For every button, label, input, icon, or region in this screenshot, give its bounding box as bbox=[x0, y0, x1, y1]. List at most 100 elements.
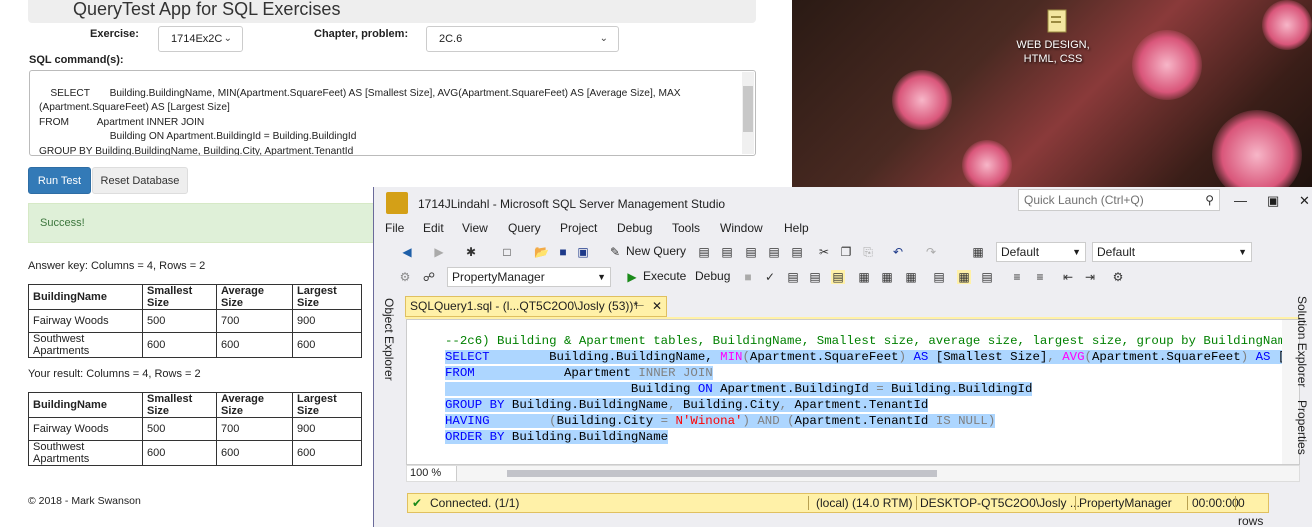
scroll-thumb[interactable] bbox=[507, 470, 937, 477]
redo-icon[interactable]: ↷ bbox=[924, 245, 938, 259]
copy-icon[interactable]: ❐ bbox=[839, 245, 853, 259]
object-explorer-tab[interactable]: Object Explorer bbox=[374, 294, 405, 527]
col-header: Smallest Size bbox=[142, 284, 217, 310]
uncomment-icon[interactable]: ≡ bbox=[1033, 270, 1047, 284]
client-stats-icon[interactable]: ▦ bbox=[904, 270, 918, 284]
menu-edit[interactable]: Edit bbox=[423, 221, 444, 235]
status-connected: Connected. (1/1) bbox=[430, 496, 520, 510]
results-to-grid-icon[interactable]: ▤ bbox=[831, 270, 845, 284]
solution-config-icon[interactable]: ▦ bbox=[971, 245, 985, 259]
menu-help[interactable]: Help bbox=[784, 221, 809, 235]
solution-config-dropdown[interactable]: Default ▼ bbox=[996, 242, 1086, 262]
folder-icon[interactable] bbox=[1046, 8, 1070, 34]
maximize-button[interactable]: ▣ bbox=[1267, 193, 1279, 209]
menu-window[interactable]: Window bbox=[720, 221, 763, 235]
table-row: Fairway Woods 500 700 900 bbox=[28, 309, 362, 333]
chapter-select[interactable]: 2C.6 ⌄ bbox=[426, 26, 619, 52]
pin-icon[interactable]: ⊢ bbox=[635, 297, 645, 316]
scroll-thumb[interactable] bbox=[743, 86, 753, 132]
back-icon[interactable]: ◀ bbox=[400, 245, 414, 259]
sql-editor[interactable]: --2c6) Building & Apartment tables, Buil… bbox=[406, 319, 1300, 465]
table-cell: 900 bbox=[292, 417, 362, 441]
comment-icon[interactable]: ≡ bbox=[1010, 270, 1024, 284]
execute-icon[interactable]: ▶ bbox=[625, 270, 639, 284]
menu-tools[interactable]: Tools bbox=[672, 221, 700, 235]
decrease-indent-icon[interactable]: ⇤ bbox=[1061, 270, 1075, 284]
sql-label: SQL command(s): bbox=[29, 54, 124, 66]
divider bbox=[916, 496, 917, 510]
live-stats-icon[interactable]: ▦ bbox=[880, 270, 894, 284]
menu-debug[interactable]: Debug bbox=[617, 221, 652, 235]
quick-launch-input[interactable]: Quick Launch (Ctrl+Q) ⚲ bbox=[1018, 189, 1220, 211]
cut-icon[interactable]: ✂ bbox=[817, 245, 831, 259]
debug-button[interactable]: Debug bbox=[695, 269, 730, 283]
status-database: PropertyManager bbox=[1079, 496, 1172, 510]
table-cell: Southwest Apartments bbox=[28, 332, 143, 358]
save-icon[interactable]: ■ bbox=[556, 245, 570, 259]
answer-key-text: Answer key: Columns = 4, Rows = 2 bbox=[28, 260, 206, 272]
specify-values-icon[interactable]: ⚙ bbox=[1111, 270, 1125, 284]
table-row: Southwest Apartments 600 600 600 bbox=[28, 440, 362, 466]
new-query-icon[interactable]: ✎ bbox=[608, 245, 622, 259]
table-cell: 600 bbox=[292, 332, 362, 358]
increase-indent-icon[interactable]: ⇥ bbox=[1083, 270, 1097, 284]
col-header: Average Size bbox=[216, 392, 293, 418]
menu-file[interactable]: File bbox=[385, 221, 404, 235]
menu-view[interactable]: View bbox=[462, 221, 488, 235]
minimize-button[interactable]: — bbox=[1234, 193, 1247, 208]
chevron-down-icon: ▼ bbox=[1072, 247, 1081, 257]
chevron-down-icon: ▼ bbox=[1238, 247, 1247, 257]
sql-textarea[interactable]: SELECT Building.BuildingName, MIN(Apartm… bbox=[29, 70, 756, 156]
close-icon[interactable]: ✕ bbox=[652, 297, 662, 316]
desktop-icon-label[interactable]: WEB DESIGN, HTML, CSS bbox=[1010, 38, 1096, 66]
chapter-label: Chapter, problem: bbox=[314, 28, 409, 40]
new-project-icon[interactable]: ✱ bbox=[464, 245, 478, 259]
col-header: Largest Size bbox=[292, 284, 362, 310]
menu-query[interactable]: Query bbox=[508, 221, 541, 235]
results-grid-icon[interactable]: ▦ bbox=[957, 270, 971, 284]
solution-explorer-tab[interactable]: Solution Explorer bbox=[1295, 296, 1309, 387]
blossom-shape bbox=[1212, 110, 1302, 190]
cancel-query-icon[interactable]: ■ bbox=[741, 270, 755, 284]
run-test-button[interactable]: Run Test bbox=[28, 167, 91, 194]
tab-sqlquery1[interactable]: SQLQuery1.sql - (l...QT5C2O0\Josly (53))… bbox=[405, 296, 667, 317]
open-file-icon[interactable]: 📂 bbox=[534, 245, 549, 259]
display-plan-icon[interactable]: ▤ bbox=[786, 270, 800, 284]
close-button[interactable]: ✕ bbox=[1299, 193, 1310, 209]
execute-button[interactable]: Execute bbox=[643, 269, 686, 283]
platform-dropdown[interactable]: Default ▼ bbox=[1092, 242, 1252, 262]
properties-tab[interactable]: Properties bbox=[1295, 400, 1309, 455]
solution-config-value: Default bbox=[1001, 245, 1040, 259]
results-to-file-icon[interactable]: ▤ bbox=[980, 270, 994, 284]
connect-icon[interactable]: ⚙ bbox=[398, 270, 412, 284]
menu-project[interactable]: Project bbox=[560, 221, 597, 235]
success-alert: Success! bbox=[28, 203, 378, 243]
dmx-query-icon[interactable]: ▤ bbox=[744, 245, 758, 259]
xmla-query-icon[interactable]: ▤ bbox=[767, 245, 781, 259]
reset-database-button[interactable]: Reset Database bbox=[92, 167, 188, 194]
include-plan-icon[interactable]: ▦ bbox=[857, 270, 871, 284]
database-query-icon[interactable]: ▤ bbox=[697, 245, 711, 259]
forward-icon[interactable]: ▶ bbox=[432, 245, 446, 259]
ssms-app-icon bbox=[386, 192, 408, 214]
app-title: QueryTest App for SQL Exercises bbox=[28, 0, 756, 23]
undo-icon[interactable]: ↶ bbox=[891, 245, 905, 259]
add-item-icon[interactable]: □ bbox=[500, 245, 514, 259]
paste-icon[interactable]: ⎘ bbox=[861, 245, 875, 259]
object-explorer-label: Object Explorer bbox=[382, 298, 396, 381]
new-query-button[interactable]: New Query bbox=[626, 244, 686, 258]
sql-scrollbar[interactable] bbox=[742, 72, 754, 154]
results-to-text-icon[interactable]: ▤ bbox=[932, 270, 946, 284]
mdx-query-icon[interactable]: ▤ bbox=[720, 245, 734, 259]
blossom-shape bbox=[1262, 0, 1312, 50]
parse-icon[interactable]: ✓ bbox=[763, 270, 777, 284]
database-dropdown[interactable]: PropertyManager ▼ bbox=[447, 267, 611, 287]
dax-query-icon[interactable]: ▤ bbox=[790, 245, 804, 259]
zoom-dropdown[interactable]: 100 % bbox=[407, 466, 457, 481]
change-connection-icon[interactable]: ☍ bbox=[422, 270, 436, 284]
save-all-icon[interactable]: ▣ bbox=[576, 245, 590, 259]
exercise-select[interactable]: 1714Ex2C ⌄ bbox=[158, 26, 243, 52]
sql-code[interactable]: --2c6) Building & Apartment tables, Buil… bbox=[445, 333, 1299, 445]
query-designer-icon[interactable]: ▤ bbox=[808, 270, 822, 284]
editor-horizontal-scrollbar[interactable]: 100 % bbox=[406, 465, 1300, 482]
